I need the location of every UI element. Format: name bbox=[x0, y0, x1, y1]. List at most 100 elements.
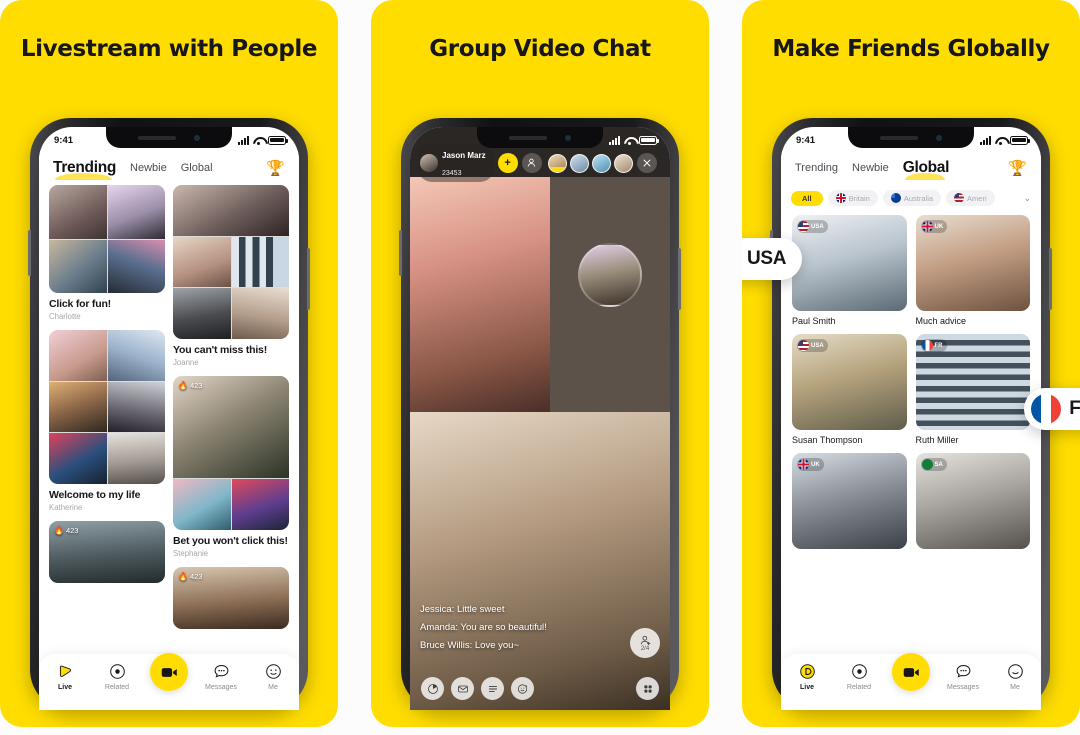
promo-panel-groupchat: Group Video Chat Jessica: Little sweet A… bbox=[371, 0, 709, 727]
grid-apps-icon[interactable] bbox=[636, 677, 659, 700]
chip-america[interactable]: Ameri bbox=[946, 190, 995, 206]
bottom-tab-bar[interactable]: Live Related Messages Me bbox=[39, 653, 299, 710]
user-name: Paul Smith bbox=[792, 316, 836, 326]
callout-label: FR bbox=[1069, 398, 1080, 419]
feed-card[interactable]: 🔥 423 bbox=[49, 521, 165, 583]
chevron-down-icon[interactable]: ⌄ bbox=[1023, 193, 1031, 204]
tab-related[interactable]: Related bbox=[836, 662, 882, 691]
status-bar-time: 9:41 bbox=[54, 134, 74, 146]
avatar[interactable] bbox=[591, 153, 611, 173]
tab-newbie[interactable]: Newbie bbox=[130, 162, 167, 174]
seats-badge[interactable]: 2/4 bbox=[630, 628, 660, 658]
tab-broadcast[interactable] bbox=[146, 653, 192, 691]
tab-broadcast[interactable] bbox=[888, 653, 934, 691]
photo-tile bbox=[107, 185, 165, 239]
video-tile-host[interactable] bbox=[410, 177, 551, 412]
flame-icon: 🔥 bbox=[54, 526, 64, 535]
video-tile-main[interactable]: Jessica: Little sweet Amanda: You are so… bbox=[410, 411, 670, 710]
feed-card[interactable]: You can't miss this! Joanne bbox=[173, 185, 289, 367]
signal-bars-icon bbox=[980, 135, 991, 145]
app-store-screenshot-gallery: Livestream with People 9:41 Trending New… bbox=[0, 0, 1080, 735]
tab-me[interactable]: Me bbox=[992, 662, 1038, 691]
bottom-tab-bar[interactable]: Live Related Messages Me bbox=[781, 653, 1041, 710]
feed-card[interactable]: 🔥 423 bbox=[173, 567, 289, 629]
list-icon[interactable] bbox=[481, 677, 504, 700]
host-id: 23453 bbox=[442, 170, 462, 177]
pie-chart-icon[interactable] bbox=[421, 677, 444, 700]
wifi-icon bbox=[253, 136, 264, 145]
video-camera-icon[interactable] bbox=[892, 653, 930, 691]
callout-usa: USA bbox=[742, 238, 803, 280]
user-card[interactable]: FR Ruth Miller bbox=[915, 334, 1030, 445]
tab-related[interactable]: Related bbox=[94, 662, 140, 691]
country-filter-row[interactable]: All Britain Australia Ameri ⌄ bbox=[781, 185, 1041, 211]
photo-tile bbox=[107, 381, 165, 433]
phone-screen-1: 9:41 Trending Newbie Global 🏆 Click for … bbox=[39, 127, 299, 710]
user-card[interactable]: UK Much advice bbox=[915, 215, 1030, 326]
chat-line: Jessica: Little sweet bbox=[420, 604, 505, 615]
tab-messages-label: Messages bbox=[947, 684, 979, 691]
flag-label: UK bbox=[811, 461, 820, 468]
chat-bubble-icon bbox=[212, 662, 231, 681]
user-card[interactable]: USA Paul Smith bbox=[792, 215, 907, 326]
tab-messages[interactable]: Messages bbox=[940, 662, 986, 691]
close-icon[interactable] bbox=[636, 153, 657, 173]
chip-australia[interactable]: Australia bbox=[882, 190, 942, 206]
avatar[interactable] bbox=[569, 153, 589, 173]
user-card[interactable]: UK bbox=[792, 453, 907, 554]
global-user-grid[interactable]: USA Paul Smith UK Much advice USA Susan … bbox=[781, 215, 1041, 710]
tab-global[interactable]: Global bbox=[181, 162, 213, 174]
tab-global[interactable]: Global bbox=[903, 159, 949, 180]
tab-live[interactable]: Live bbox=[784, 662, 830, 691]
participant-avatar-row[interactable] bbox=[547, 153, 633, 173]
photo-tile bbox=[107, 330, 165, 381]
tab-related-label: Related bbox=[104, 684, 130, 691]
tab-related-label: Related bbox=[846, 684, 872, 691]
photo-tile bbox=[231, 479, 289, 530]
user-card[interactable]: SA bbox=[915, 453, 1030, 554]
trophy-icon[interactable]: 🏆 bbox=[266, 161, 285, 176]
usa-flag-icon bbox=[954, 193, 965, 203]
tab-newbie[interactable]: Newbie bbox=[852, 162, 889, 174]
chip-all[interactable]: All bbox=[791, 190, 823, 206]
user-photo: UK bbox=[792, 453, 907, 549]
user-photo: USA bbox=[792, 215, 907, 311]
tab-trending[interactable]: Trending bbox=[795, 162, 838, 174]
flag-label: USA bbox=[811, 342, 824, 349]
flag-label: UK bbox=[934, 223, 944, 230]
flame-icon: 🔥 bbox=[178, 381, 188, 390]
video-bubble-participant[interactable] bbox=[578, 243, 643, 308]
add-member-button[interactable]: + bbox=[497, 153, 518, 173]
avatar[interactable] bbox=[547, 153, 567, 173]
chip-britain[interactable]: Britain bbox=[827, 190, 878, 206]
mail-icon[interactable] bbox=[451, 677, 474, 700]
tab-messages[interactable]: Messages bbox=[198, 662, 244, 691]
avatar[interactable] bbox=[613, 153, 633, 173]
panel-title: Livestream with People bbox=[20, 36, 318, 62]
video-tool-bar[interactable] bbox=[410, 677, 670, 700]
video-tile-empty[interactable] bbox=[550, 177, 670, 412]
person-add-icon[interactable] bbox=[521, 153, 542, 173]
chip-label: Ameri bbox=[967, 193, 987, 203]
trophy-icon[interactable]: 🏆 bbox=[1008, 161, 1027, 176]
tab-live[interactable]: Live bbox=[42, 662, 88, 691]
flag-badge: USA bbox=[797, 220, 828, 233]
hot-badge: 🔥 423 bbox=[178, 381, 202, 390]
phone-mockup-1: 9:41 Trending Newbie Global 🏆 Click for … bbox=[28, 118, 310, 710]
tab-trending[interactable]: Trending bbox=[53, 159, 116, 180]
trending-feed[interactable]: Click for fun! Charlotte Welcome to my l… bbox=[39, 185, 299, 710]
user-card[interactable]: USA Susan Thompson bbox=[792, 334, 907, 445]
photo-tile bbox=[173, 288, 231, 339]
front-camera-icon bbox=[194, 134, 200, 141]
callout-label: USA bbox=[747, 248, 787, 269]
feed-card[interactable]: 🔥 423 Bet you won't click this! Stephani… bbox=[173, 376, 289, 558]
signal-bars-icon bbox=[238, 135, 249, 145]
card-photo-grid bbox=[173, 185, 289, 339]
flag-label: USA bbox=[811, 223, 824, 230]
tab-me[interactable]: Me bbox=[250, 662, 296, 691]
sticker-smiley-icon[interactable] bbox=[511, 677, 534, 700]
feed-card[interactable]: Click for fun! Charlotte bbox=[49, 185, 165, 321]
video-camera-icon[interactable] bbox=[150, 653, 188, 691]
card-photo-grid: 🔥 423 bbox=[173, 567, 289, 629]
feed-card[interactable]: Welcome to my life Katherine bbox=[49, 330, 165, 512]
